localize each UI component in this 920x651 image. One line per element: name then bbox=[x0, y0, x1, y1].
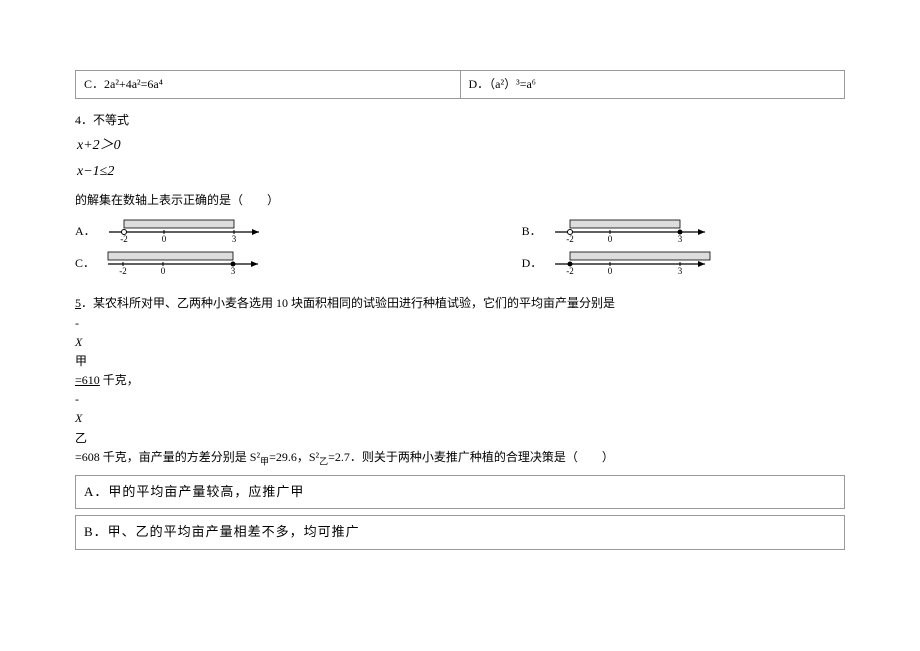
svg-text:0: 0 bbox=[608, 266, 613, 276]
q5-xbar-yi-sub: 乙 bbox=[75, 429, 845, 448]
svg-text:0: 0 bbox=[607, 234, 612, 244]
svg-text:-2: -2 bbox=[120, 234, 128, 244]
number-line-d-icon: -2 0 3 bbox=[550, 250, 720, 276]
svg-text:0: 0 bbox=[161, 266, 166, 276]
q4-inequality-2: x−1≤2 bbox=[75, 161, 845, 183]
option-letter-d: D． bbox=[522, 254, 543, 273]
number-line-b-icon: -2 0 3 bbox=[550, 218, 720, 244]
svg-text:3: 3 bbox=[231, 266, 236, 276]
q4-tail-text: 的解集在数轴上表示正确的是（ ） bbox=[75, 191, 845, 210]
q4-option-b: B． -2 0 3 bbox=[522, 218, 845, 244]
q5-sub-jia: 甲 bbox=[260, 456, 269, 466]
q4-inequality-1: x+2＞0 bbox=[75, 135, 845, 157]
q5-eq1-prefix: =610 bbox=[75, 373, 100, 387]
svg-text:-2: -2 bbox=[566, 234, 574, 244]
q4-option-d: D． -2 0 3 bbox=[522, 250, 845, 276]
q5-eq1-unit: 千克， bbox=[100, 373, 139, 387]
q3-option-c: C．2a²+4a²=6a⁴ bbox=[76, 71, 461, 98]
q5-sub-yi: 乙 bbox=[319, 456, 328, 466]
q3-cd-row: C．2a²+4a²=6a⁴ D．（a²）³=a⁶ bbox=[75, 70, 845, 99]
number-line-a-icon: -2 0 3 bbox=[104, 218, 274, 244]
q5-xbar-yi-x: X bbox=[75, 409, 845, 428]
number-line-c-icon: -2 0 3 bbox=[103, 250, 273, 276]
q5-eq2: =608 千克，亩产量的方差分别是 S² bbox=[75, 450, 260, 464]
q4-label: 4．不等式 bbox=[75, 111, 845, 130]
svg-text:3: 3 bbox=[678, 266, 683, 276]
q5-xbar-jia-x: X bbox=[75, 333, 845, 352]
q3-option-d: D．（a²）³=a⁶ bbox=[461, 71, 845, 98]
q5-variance-line: =608 千克，亩产量的方差分别是 S²甲=29.6，S²乙=2.7．则关于两种… bbox=[75, 448, 845, 469]
option-letter-b: B． bbox=[522, 222, 542, 241]
svg-text:-2: -2 bbox=[567, 266, 575, 276]
q4-option-a: A． -2 0 3 bbox=[75, 218, 522, 244]
q5-s1val: =29.6，S² bbox=[269, 450, 319, 464]
q4-options-grid: A． -2 0 3 B． -2 0 3 C． bbox=[75, 218, 845, 276]
q5-xbar-jia-sub: 甲 bbox=[75, 352, 845, 371]
q4-option-c: C． -2 0 3 bbox=[75, 250, 522, 276]
q5-option-a: A．甲的平均亩产量较高，应推广甲 bbox=[75, 475, 845, 510]
q5-lead-text: ．某农科所对甲、乙两种小麦各选用 10 块面积相同的试验田进行种植试验，它们的平… bbox=[81, 296, 615, 310]
q5-option-b: B．甲、乙的平均亩产量相差不多，均可推广 bbox=[75, 515, 845, 550]
q5-xbar-jia-bar: - bbox=[75, 314, 845, 333]
q5-s2val: =2.7．则关于两种小麦推广种植的合理决策是（ ） bbox=[328, 450, 614, 464]
svg-text:3: 3 bbox=[677, 234, 682, 244]
svg-text:-2: -2 bbox=[119, 266, 127, 276]
svg-text:3: 3 bbox=[231, 234, 236, 244]
option-letter-a: A． bbox=[75, 222, 96, 241]
q5-xbar-yi-bar: - bbox=[75, 390, 845, 409]
svg-text:0: 0 bbox=[161, 234, 166, 244]
option-letter-c: C． bbox=[75, 254, 95, 273]
